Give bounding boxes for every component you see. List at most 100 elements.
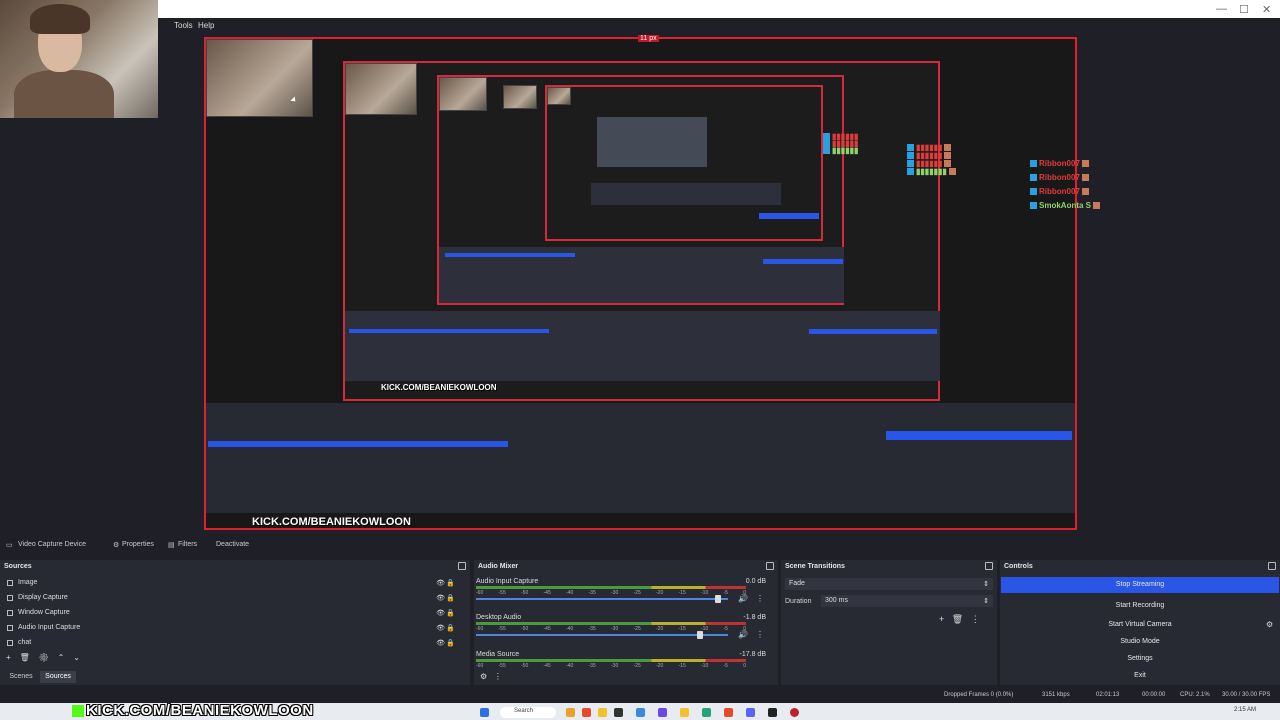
menu-tools[interactable]: Tools	[174, 21, 193, 30]
trash-icon[interactable]: 🗑	[952, 614, 963, 624]
exit-button[interactable]: Exit	[1001, 668, 1279, 684]
stop-streaming-button[interactable]: Stop Streaming	[1001, 577, 1279, 593]
mixer-title: Audio Mixer	[478, 563, 519, 570]
mixer-channel: Audio Input Capture 0.0 dB -60 -55 -50 -45-…	[476, 578, 766, 603]
chat-message: SmokAonta S	[1030, 201, 1101, 210]
meter-tick-label: -45	[543, 626, 551, 632]
source-item-display-capture[interactable]: Display Capture 👁 🔒	[4, 591, 459, 605]
studio-mode-button[interactable]: Studio Mode	[1001, 634, 1279, 650]
discord-icon[interactable]	[746, 708, 755, 717]
menu-bar: Tools Help	[0, 18, 1280, 32]
eye-icon[interactable]: 👁	[436, 579, 445, 587]
meter-tick-label: -55	[498, 663, 506, 669]
nested-capture-1: ▮▮▮▮▮▮ ▮▮▮▮▮▮ ▮▮▮▮▮▮ KICK.COM/BEANIEKOWL…	[343, 61, 956, 401]
lock-icon[interactable]: 🔒	[446, 579, 455, 587]
start-recording-button[interactable]: Start Recording	[1001, 598, 1279, 614]
source-item-chat[interactable]: chat 👁 🔒	[4, 636, 459, 650]
minimize-icon[interactable]: —	[1216, 3, 1227, 15]
speaker-icon[interactable]: 🔊	[738, 594, 748, 603]
maximize-icon[interactable]: ☐	[1239, 3, 1249, 16]
meter-ticks: -60 -55 -50 -45 -40 -35 -30 -25 -20 -15 -10 -5 0	[476, 626, 746, 632]
tab-sources[interactable]: Sources	[40, 671, 76, 683]
deactivate-button[interactable]: Deactivate	[216, 541, 249, 548]
eye-icon[interactable]: 👁	[436, 639, 445, 647]
source-item-audio-input[interactable]: Audio Input Capture 👁 🔒	[4, 621, 459, 635]
tab-scenes[interactable]: Scenes	[4, 671, 38, 683]
properties-button[interactable]: Properties	[122, 541, 154, 548]
volume-knob[interactable]	[697, 631, 703, 639]
chevron-up-icon[interactable]: ⌃	[58, 653, 65, 662]
mixer-channel: Media Source -17.8 dB -60 -55 -50 -45 -40 -35…	[476, 651, 766, 669]
app-icon[interactable]	[636, 708, 645, 717]
add-icon[interactable]: +	[939, 614, 944, 624]
source-item-window-capture[interactable]: Window Capture 👁 🔒	[4, 606, 459, 620]
menu-help[interactable]: Help	[198, 21, 214, 30]
meter-tick-label: 0	[743, 663, 746, 669]
speaker-icon[interactable]: 🔊	[738, 630, 748, 639]
window-titlebar: — ☐ ✕	[0, 0, 1280, 18]
folder-icon[interactable]	[598, 708, 607, 717]
source-toolbar: ▭ Video Capture Device ⚙ Properties ▤ Fi…	[0, 537, 1280, 553]
start-virtual-camera-button[interactable]: Start Virtual Camera	[1001, 617, 1279, 633]
chevron-updown-icon: ⇕	[983, 581, 989, 588]
undock-icon[interactable]	[766, 562, 774, 570]
start-icon[interactable]	[480, 708, 489, 717]
lock-icon[interactable]: 🔒	[446, 609, 455, 617]
folder-icon[interactable]	[680, 708, 689, 717]
gear-icon[interactable]: ⚙	[113, 541, 119, 549]
filters-button[interactable]: Filters	[178, 541, 197, 548]
volume-slider[interactable]	[476, 634, 728, 636]
level-meter	[476, 622, 746, 625]
lock-icon[interactable]: 🔒	[446, 594, 455, 602]
add-icon[interactable]: +	[6, 653, 11, 662]
meter-tick-label: -55	[498, 626, 506, 632]
meter-tick-label: -50	[521, 663, 529, 669]
app-icon[interactable]	[658, 708, 667, 717]
lock-icon[interactable]: 🔒	[446, 639, 455, 647]
transition-select[interactable]: Fade ⇕	[785, 578, 993, 590]
meter-tick-label: -35	[588, 590, 596, 596]
browser-icon[interactable]	[702, 708, 711, 717]
meter-tick-label: -25	[633, 663, 641, 669]
undock-icon[interactable]	[458, 562, 466, 570]
undock-icon[interactable]	[985, 562, 993, 570]
webcam-feed	[0, 0, 158, 118]
bitrate: 3151 kbps	[1042, 692, 1070, 698]
volume-slider[interactable]	[476, 598, 728, 600]
settings-button[interactable]: Settings	[1001, 651, 1279, 667]
more-icon[interactable]: ⋮	[756, 594, 764, 603]
stepper-icon[interactable]: ⇕	[983, 597, 989, 605]
eye-icon[interactable]: 👁	[436, 594, 445, 602]
eye-icon[interactable]: 👁	[436, 609, 445, 617]
app-icon[interactable]	[768, 708, 777, 717]
obs-icon[interactable]	[790, 708, 799, 717]
more-icon[interactable]: ⋮	[756, 630, 764, 639]
gear-icon[interactable]: ⚙	[1266, 620, 1273, 629]
gear-icon[interactable]: ⚙	[39, 653, 49, 662]
filter-icon[interactable]: ▤	[168, 541, 175, 549]
app-icon[interactable]	[566, 708, 575, 717]
more-icon[interactable]: ⋮	[971, 614, 980, 624]
volume-knob[interactable]	[715, 595, 721, 603]
app-icon[interactable]	[614, 708, 623, 717]
close-icon[interactable]: ✕	[1262, 3, 1271, 16]
preview-canvas[interactable]: 11 px ▮▮▮▮▮▮ ▮▮▮▮▮▮ ▮▮▮▮▮▮ KICK.COM/BEAN…	[204, 35, 1101, 530]
kick-icon	[72, 705, 84, 718]
eye-icon[interactable]: 👁	[436, 624, 445, 632]
preview-overlay-text: KICK.COM/BEANIEKOWLOON	[252, 516, 411, 528]
gear-icon[interactable]: ⚙	[480, 672, 487, 681]
undock-icon[interactable]	[1268, 562, 1276, 570]
meter-tick-label: -20	[656, 590, 664, 596]
duration-input[interactable]: 300 ms ⇕	[821, 595, 993, 607]
taskbar-search[interactable]: Search	[500, 707, 556, 718]
mixer-channel: Desktop Audio -1.8 dB -60 -55 -50 -45 -40 -35…	[476, 614, 766, 639]
app-icon[interactable]	[724, 708, 733, 717]
source-item-image[interactable]: Image 👁 🔒	[4, 576, 459, 590]
chevron-down-icon[interactable]: ⌄	[73, 653, 80, 662]
lock-icon[interactable]: 🔒	[446, 624, 455, 632]
trash-icon[interactable]: 🗑	[20, 653, 30, 662]
browser-icon	[7, 640, 13, 646]
more-icon[interactable]: ⋮	[494, 672, 502, 681]
meter-tick-label: -35	[588, 663, 596, 669]
app-icon[interactable]	[582, 708, 591, 717]
